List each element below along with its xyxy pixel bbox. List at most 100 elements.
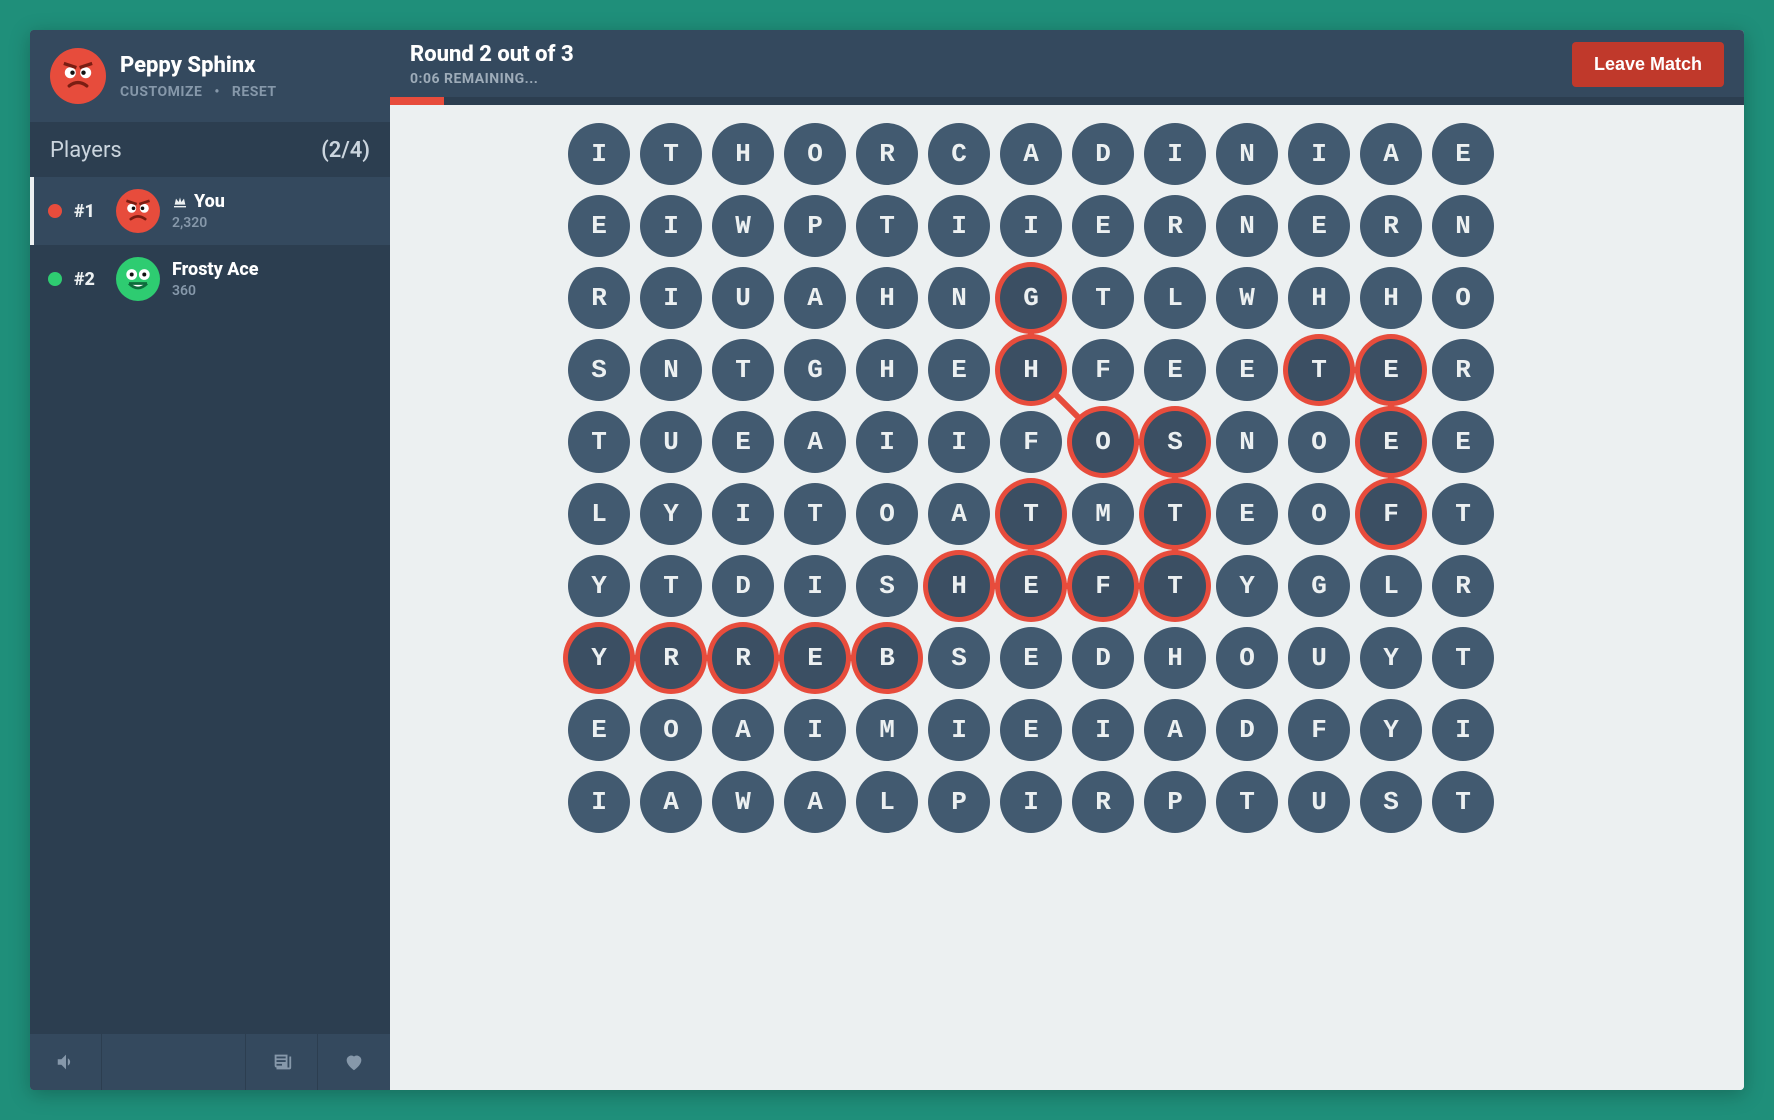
letter-cell[interactable]: U <box>1288 771 1350 833</box>
letter-cell[interactable]: F <box>1360 483 1422 545</box>
letter-cell[interactable]: I <box>1000 771 1062 833</box>
letter-cell[interactable]: T <box>640 123 702 185</box>
letter-cell[interactable]: Y <box>640 483 702 545</box>
letter-cell[interactable]: E <box>568 195 630 257</box>
letter-cell[interactable]: H <box>1288 267 1350 329</box>
letter-cell[interactable]: I <box>856 411 918 473</box>
letter-cell[interactable]: N <box>928 267 990 329</box>
favorite-button[interactable] <box>318 1034 390 1090</box>
letter-cell[interactable]: A <box>712 699 774 761</box>
letter-cell[interactable]: I <box>1072 699 1134 761</box>
letter-cell[interactable]: O <box>1288 483 1350 545</box>
letter-cell[interactable]: N <box>1216 195 1278 257</box>
letter-cell[interactable]: D <box>1216 699 1278 761</box>
letter-cell[interactable]: Y <box>1360 627 1422 689</box>
letter-cell[interactable]: F <box>1072 339 1134 401</box>
letter-cell[interactable]: R <box>856 123 918 185</box>
letter-cell[interactable]: N <box>640 339 702 401</box>
letter-cell[interactable]: E <box>784 627 846 689</box>
reset-link[interactable]: RESET <box>232 84 277 100</box>
letter-cell[interactable]: E <box>1000 627 1062 689</box>
letter-cell[interactable]: H <box>856 267 918 329</box>
letter-cell[interactable]: A <box>640 771 702 833</box>
letter-cell[interactable]: Y <box>568 555 630 617</box>
letter-cell[interactable]: A <box>784 267 846 329</box>
letter-cell[interactable]: I <box>640 267 702 329</box>
letter-cell[interactable]: O <box>1072 411 1134 473</box>
player-row[interactable]: #2 Frosty Ace360 <box>30 245 390 313</box>
letter-cell[interactable]: C <box>928 123 990 185</box>
letter-cell[interactable]: N <box>1216 411 1278 473</box>
letter-cell[interactable]: D <box>712 555 774 617</box>
letter-cell[interactable]: T <box>784 483 846 545</box>
letter-cell[interactable]: G <box>784 339 846 401</box>
letter-cell[interactable]: I <box>928 699 990 761</box>
letter-cell[interactable]: Y <box>1360 699 1422 761</box>
letter-cell[interactable]: F <box>1072 555 1134 617</box>
leave-match-button[interactable]: Leave Match <box>1572 42 1724 87</box>
letter-cell[interactable]: R <box>1072 771 1134 833</box>
letter-cell[interactable]: I <box>1000 195 1062 257</box>
letter-cell[interactable]: T <box>1144 483 1206 545</box>
letter-cell[interactable]: E <box>1072 195 1134 257</box>
letter-cell[interactable]: R <box>1360 195 1422 257</box>
letter-cell[interactable]: A <box>1360 123 1422 185</box>
letter-cell[interactable]: I <box>568 123 630 185</box>
letter-cell[interactable]: O <box>856 483 918 545</box>
letter-cell[interactable]: I <box>712 483 774 545</box>
letter-cell[interactable]: I <box>640 195 702 257</box>
letter-cell[interactable]: U <box>712 267 774 329</box>
letter-cell[interactable]: E <box>712 411 774 473</box>
letter-cell[interactable]: U <box>640 411 702 473</box>
letter-cell[interactable]: H <box>1000 339 1062 401</box>
letter-cell[interactable]: A <box>928 483 990 545</box>
letter-cell[interactable]: I <box>1144 123 1206 185</box>
letter-cell[interactable]: O <box>1288 411 1350 473</box>
letter-cell[interactable]: G <box>1000 267 1062 329</box>
letter-cell[interactable]: D <box>1072 123 1134 185</box>
letter-cell[interactable]: E <box>1216 483 1278 545</box>
letter-cell[interactable]: E <box>568 699 630 761</box>
letter-cell[interactable]: H <box>712 123 774 185</box>
letter-cell[interactable]: E <box>1432 123 1494 185</box>
letter-cell[interactable]: O <box>1432 267 1494 329</box>
letter-cell[interactable]: T <box>1432 627 1494 689</box>
letter-cell[interactable]: P <box>1144 771 1206 833</box>
letter-cell[interactable]: L <box>1144 267 1206 329</box>
letter-cell[interactable]: E <box>1432 411 1494 473</box>
letter-cell[interactable]: R <box>568 267 630 329</box>
letter-cell[interactable]: Y <box>1216 555 1278 617</box>
letter-cell[interactable]: O <box>1216 627 1278 689</box>
letter-cell[interactable]: S <box>856 555 918 617</box>
letter-cell[interactable]: M <box>1072 483 1134 545</box>
letter-cell[interactable]: P <box>928 771 990 833</box>
customize-link[interactable]: CUSTOMIZE <box>120 84 202 100</box>
letter-cell[interactable]: I <box>568 771 630 833</box>
letter-cell[interactable]: B <box>856 627 918 689</box>
letter-cell[interactable]: I <box>1432 699 1494 761</box>
letter-cell[interactable]: A <box>1000 123 1062 185</box>
letter-cell[interactable]: I <box>928 195 990 257</box>
letter-cell[interactable]: R <box>640 627 702 689</box>
letter-cell[interactable]: T <box>856 195 918 257</box>
letter-cell[interactable]: S <box>1144 411 1206 473</box>
letter-cell[interactable]: I <box>1288 123 1350 185</box>
letter-cell[interactable]: S <box>568 339 630 401</box>
letter-cell[interactable]: D <box>1072 627 1134 689</box>
letter-cell[interactable]: L <box>1360 555 1422 617</box>
letter-cell[interactable]: H <box>928 555 990 617</box>
letter-cell[interactable]: O <box>784 123 846 185</box>
letter-cell[interactable]: E <box>1000 555 1062 617</box>
letter-cell[interactable]: I <box>784 555 846 617</box>
letter-cell[interactable]: A <box>1144 699 1206 761</box>
letter-cell[interactable]: N <box>1216 123 1278 185</box>
letter-cell[interactable]: M <box>856 699 918 761</box>
letter-cell[interactable]: W <box>712 771 774 833</box>
letter-cell[interactable]: E <box>1360 411 1422 473</box>
letter-cell[interactable]: T <box>1432 483 1494 545</box>
letter-cell[interactable]: R <box>1432 555 1494 617</box>
news-button[interactable] <box>246 1034 318 1090</box>
letter-cell[interactable]: Y <box>568 627 630 689</box>
letter-cell[interactable]: T <box>1216 771 1278 833</box>
letter-cell[interactable]: F <box>1000 411 1062 473</box>
